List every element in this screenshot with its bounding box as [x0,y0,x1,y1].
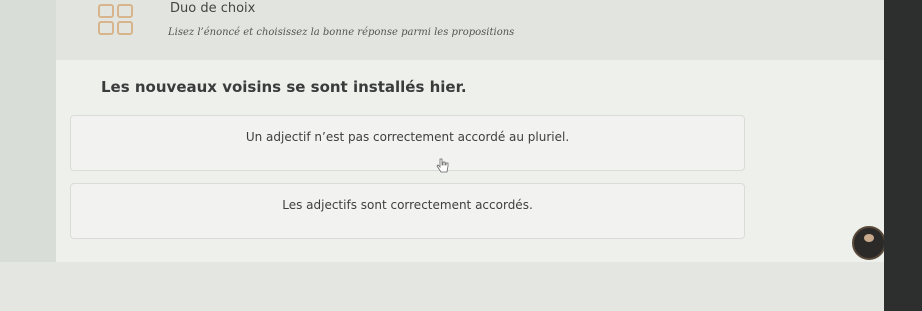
exercise-header: Duo de choix Lisez l’énoncé et choisisse… [56,0,886,60]
exercise-instructions: Lisez l’énoncé et choisissez la bonne ré… [168,27,515,38]
grid-icon [98,4,134,36]
exercise-card: Duo de choix Lisez l’énoncé et choisisse… [56,0,886,262]
avatar-icon[interactable] [852,226,886,260]
page-background-bottom [0,262,884,311]
laptop-bezel [884,0,922,311]
exercise-title: Duo de choix [170,1,256,16]
answer-option-2[interactable]: Les adjectifs sont correctement accordés… [70,183,745,239]
question-text: Les nouveaux voisins se sont installés h… [101,78,467,96]
hand-cursor-icon [436,158,449,173]
answer-option-label: Un adjectif n’est pas correctement accor… [245,130,570,144]
answer-option-label: Les adjectifs sont correctement accordés… [282,198,533,212]
answer-option-1[interactable]: Un adjectif n’est pas correctement accor… [70,115,745,171]
